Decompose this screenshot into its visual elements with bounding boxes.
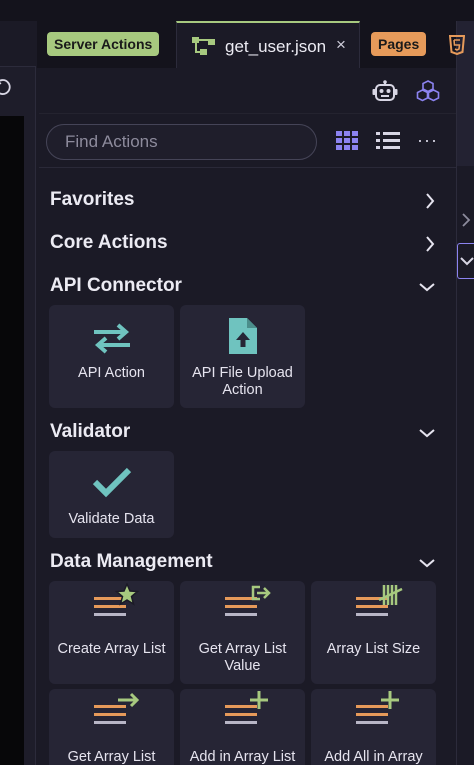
card-api-file-upload[interactable]: API File Upload Action bbox=[180, 305, 305, 408]
file-upload-icon bbox=[180, 317, 305, 355]
card-add-all-in-array[interactable]: Add All in Array bbox=[311, 689, 436, 765]
card-validate-data[interactable]: Validate Data bbox=[49, 451, 174, 538]
more-options-icon[interactable]: ··· bbox=[417, 130, 438, 151]
section-title: API Connector bbox=[50, 275, 182, 296]
left-tab[interactable]: s bbox=[0, 21, 36, 67]
swap-arrows-icon bbox=[49, 322, 174, 354]
expand-button[interactable] bbox=[457, 243, 474, 279]
right-panel bbox=[456, 21, 474, 765]
tab-get-user-json[interactable]: get_user.json × bbox=[176, 21, 360, 68]
card-get-array-list-value[interactable]: Get Array List Value bbox=[180, 581, 305, 684]
section-data-management[interactable]: Data Management bbox=[50, 551, 435, 577]
find-actions-input[interactable] bbox=[46, 124, 317, 160]
cubes-icon[interactable] bbox=[416, 80, 440, 107]
section-favorites[interactable]: Favorites bbox=[50, 189, 435, 215]
chevron-right-icon bbox=[425, 236, 435, 257]
card-add-in-array-list[interactable]: Add in Array List bbox=[180, 689, 305, 765]
html5-icon[interactable] bbox=[448, 35, 466, 60]
list-plus-icon bbox=[180, 691, 305, 731]
card-label: Add in Array List bbox=[189, 749, 296, 765]
card-api-action[interactable]: API Action bbox=[49, 305, 174, 408]
section-api-connector[interactable]: API Connector bbox=[50, 275, 435, 301]
card-label: Array List Size bbox=[326, 641, 421, 657]
section-validator[interactable]: Validator bbox=[50, 421, 435, 447]
chevron-right-icon bbox=[425, 193, 435, 214]
window-top-strip bbox=[0, 0, 474, 21]
list-export-icon bbox=[180, 583, 305, 623]
left-panel-canvas bbox=[0, 116, 24, 765]
chevron-right-icon[interactable] bbox=[460, 213, 474, 227]
list-star-icon bbox=[49, 583, 174, 623]
card-label: Add All in Array bbox=[324, 749, 423, 765]
grid-view-icon[interactable] bbox=[336, 131, 358, 156]
card-label: API Action bbox=[78, 365, 145, 381]
section-title: Validator bbox=[50, 421, 131, 442]
card-label: Create Array List bbox=[57, 641, 166, 657]
divider bbox=[39, 167, 456, 168]
left-panel: s bbox=[0, 21, 36, 765]
card-label: Get Array List Value bbox=[198, 641, 287, 674]
section-title: Core Actions bbox=[50, 232, 168, 253]
section-title: Favorites bbox=[50, 189, 135, 210]
section-core-actions[interactable]: Core Actions bbox=[50, 232, 435, 258]
flow-icon bbox=[191, 36, 217, 61]
list-view-icon[interactable] bbox=[376, 132, 400, 155]
card-create-array-list[interactable]: Create Array List bbox=[49, 581, 174, 684]
close-icon[interactable]: × bbox=[336, 35, 346, 55]
chevron-down-icon bbox=[419, 425, 435, 443]
panel-toolbar bbox=[39, 68, 456, 114]
card-array-list-size[interactable]: Array List Size bbox=[311, 581, 436, 684]
tab-file-name: get_user.json bbox=[225, 37, 327, 56]
section-title: Data Management bbox=[50, 551, 213, 572]
chevron-down-icon bbox=[419, 555, 435, 573]
list-plus-icon bbox=[311, 691, 436, 731]
checkmark-icon bbox=[49, 466, 174, 498]
card-get-array-list[interactable]: Get Array List bbox=[49, 689, 174, 765]
chevron-down-icon bbox=[419, 279, 435, 297]
chevron-down-icon bbox=[460, 257, 474, 266]
card-label: Get Array List bbox=[67, 749, 156, 765]
actions-panel: ··· Favorites Core Actions API Connector… bbox=[39, 68, 456, 765]
refresh-icon[interactable] bbox=[0, 79, 12, 97]
tab-bar: Server Actions get_user.json × Pages bbox=[37, 21, 466, 68]
tab-pages[interactable]: Pages bbox=[371, 32, 427, 56]
card-label: Validate Data bbox=[68, 511, 155, 527]
list-tally-icon bbox=[311, 583, 436, 623]
list-arrow-icon bbox=[49, 691, 174, 731]
card-label: API File Upload Action bbox=[192, 365, 293, 398]
robot-icon[interactable] bbox=[372, 80, 398, 109]
tab-server-actions[interactable]: Server Actions bbox=[47, 32, 160, 56]
